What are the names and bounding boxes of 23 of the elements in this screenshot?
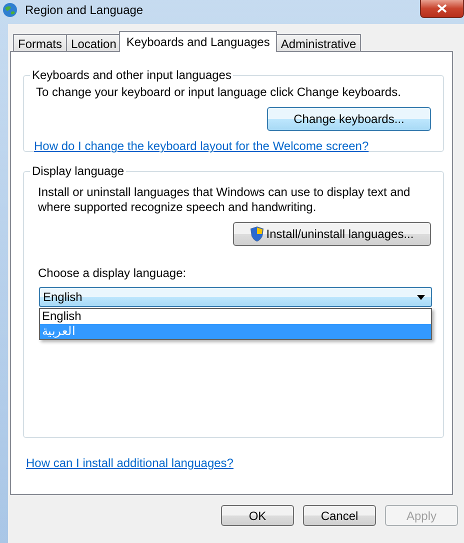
- tab[interactable]: Location: [66, 34, 122, 52]
- help-link[interactable]: How can I install additional languages?: [26, 456, 234, 470]
- help-link[interactable]: How do I change the keyboard layout for the Welcome screen?: [34, 139, 369, 153]
- dialog-button[interactable]: Cancel: [303, 505, 376, 526]
- shield-icon: [250, 226, 264, 242]
- close-button[interactable]: [420, 0, 464, 18]
- dialog-button[interactable]: OK: [221, 505, 294, 526]
- install-languages-button[interactable]: Install/uninstall languages...: [233, 222, 431, 246]
- tab[interactable]: Keyboards and Languages: [119, 31, 277, 52]
- tab[interactable]: Administrative: [276, 34, 362, 52]
- group-title: Display language: [31, 164, 126, 178]
- group-title: Keyboards and other input languages: [31, 68, 232, 82]
- change-keyboards-button[interactable]: Change keyboards...: [267, 107, 431, 131]
- globe-icon: [2, 2, 18, 18]
- dropdown-arrow-icon: [417, 294, 425, 300]
- dropdown-option[interactable]: English: [40, 309, 431, 324]
- window-title: Region and Language: [25, 3, 144, 17]
- language-dropdown[interactable]: English: [39, 287, 432, 307]
- description-text: To change your keyboard or input language click Change keyboards.: [35, 85, 402, 100]
- tab[interactable]: Formats: [13, 34, 68, 52]
- close-icon: [437, 4, 447, 13]
- description-text: Install or uninstall languages that Windows can use to display text and where supported recognize speech and handwriting.: [37, 185, 412, 215]
- field-label: Choose a display language:: [37, 266, 188, 280]
